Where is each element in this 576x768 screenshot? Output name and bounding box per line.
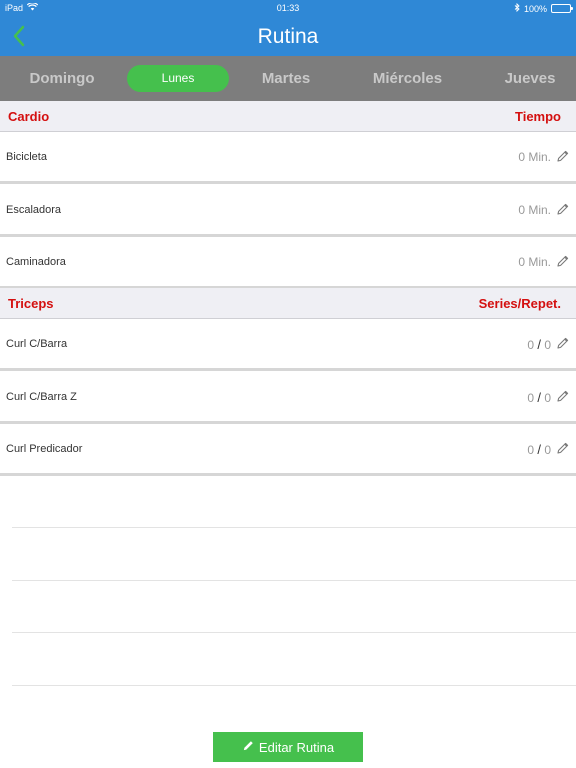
section-header-cardio: Cardio Tiempo [0, 101, 576, 132]
status-right: 100% [514, 2, 573, 14]
exercise-name: Curl Predicador [6, 443, 83, 455]
section-header-triceps: Triceps Series/Repet. [0, 288, 576, 319]
exercise-time: 0 Min. [518, 255, 551, 269]
status-bar: iPad 01:33 100% [0, 0, 576, 16]
pencil-icon [242, 739, 255, 755]
edit-routine-button[interactable]: Editar Rutina [213, 732, 363, 762]
nav-bar: Rutina [0, 16, 576, 56]
reps-value: 0 [544, 443, 551, 457]
tab-martes[interactable]: Martes [246, 65, 326, 92]
pencil-icon[interactable] [556, 202, 570, 216]
pencil-icon[interactable] [556, 254, 570, 268]
section-title: Cardio [8, 109, 50, 124]
empty-row-divider [12, 527, 576, 528]
series-value: 0 [527, 338, 534, 352]
pencil-icon[interactable] [556, 441, 570, 455]
exercise-row[interactable]: Curl C/Barra Z 0 / 0 [0, 372, 576, 424]
exercise-row[interactable]: Escaladora 0 Min. [0, 185, 576, 237]
separator: / [537, 337, 541, 352]
separator: / [537, 442, 541, 457]
exercise-name: Curl C/Barra Z [6, 391, 77, 403]
exercise-series-reps: 0 / 0 [527, 337, 551, 352]
empty-row-divider [12, 632, 576, 633]
exercise-time: 0 Min. [518, 150, 551, 164]
section-column-label: Tiempo [515, 109, 561, 124]
reps-value: 0 [544, 391, 551, 405]
exercise-name: Caminadora [6, 256, 66, 268]
exercise-time: 0 Min. [518, 203, 551, 217]
separator: / [537, 390, 541, 405]
exercise-series-reps: 0 / 0 [527, 442, 551, 457]
tab-lunes[interactable]: Lunes [127, 65, 229, 92]
page-title: Rutina [257, 25, 319, 48]
section-column-label: Series/Repet. [478, 296, 561, 311]
exercise-row[interactable]: Curl C/Barra 0 / 0 [0, 319, 576, 371]
status-time: 01:33 [276, 3, 300, 13]
battery-icon [551, 4, 573, 13]
exercise-name: Escaladora [6, 204, 62, 216]
reps-value: 0 [544, 338, 551, 352]
series-value: 0 [527, 443, 534, 457]
edit-routine-label: Editar Rutina [258, 739, 335, 755]
battery-percent: 100% [523, 3, 547, 14]
pencil-icon[interactable] [556, 389, 570, 403]
exercise-row[interactable]: Curl Predicador 0 / 0 [0, 424, 576, 476]
empty-row-divider [12, 580, 576, 581]
pencil-icon[interactable] [556, 149, 570, 163]
series-value: 0 [527, 391, 534, 405]
empty-row-divider [12, 685, 576, 686]
tab-miercoles[interactable]: Miércoles [360, 65, 455, 92]
exercise-name: Curl C/Barra [6, 338, 68, 350]
day-tab-bar: Domingo Lunes Martes Miércoles Jueves [0, 56, 576, 101]
exercise-name: Bicicleta [6, 151, 47, 163]
exercise-row[interactable]: Caminadora 0 Min. [0, 237, 576, 289]
tab-domingo[interactable]: Domingo [18, 65, 106, 92]
bluetooth-icon [514, 2, 520, 14]
exercise-row[interactable]: Bicicleta 0 Min. [0, 132, 576, 184]
tab-jueves[interactable]: Jueves [492, 65, 568, 92]
section-title: Triceps [8, 296, 54, 311]
exercise-series-reps: 0 / 0 [527, 390, 551, 405]
pencil-icon[interactable] [556, 336, 570, 350]
